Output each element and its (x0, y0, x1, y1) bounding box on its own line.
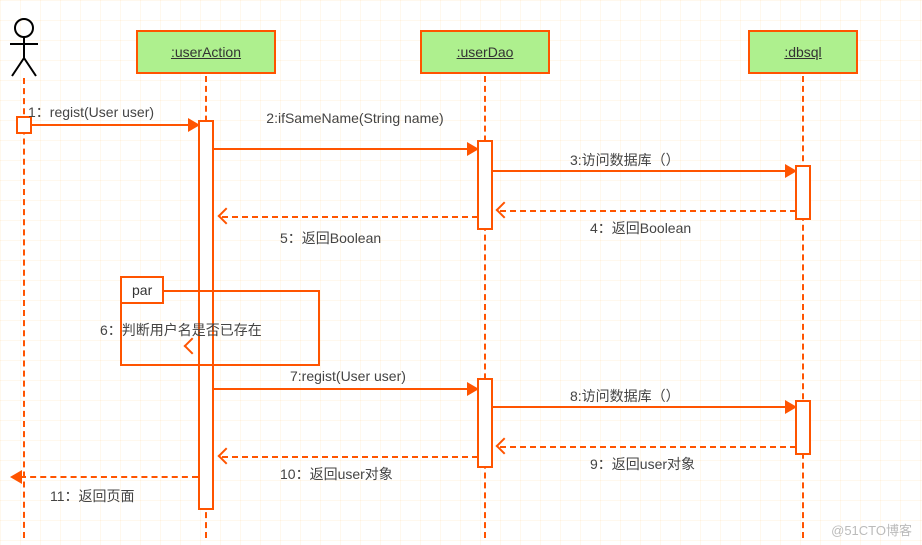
msg-11-label: 11：返回页面 (50, 486, 135, 506)
msg-2-arrow-icon (467, 142, 479, 156)
msg-8-arrow-icon (785, 400, 797, 414)
actor-lifeline (23, 78, 25, 538)
msg-10-label: 10：返回user对象 (280, 464, 393, 484)
actor-icon (6, 18, 42, 78)
msg-9-arrow-icon (496, 438, 513, 455)
lifeline-dbsql: :dbsql (748, 30, 858, 74)
msg-7-label: 7:regist(User user) (290, 368, 406, 384)
msg-7-arrow-icon (467, 382, 479, 396)
msg-5-label: 5：返回Boolean (280, 228, 381, 248)
msg-3-label: 3:访问数据库（） (570, 150, 680, 170)
msg-2-line (214, 148, 477, 150)
msg-4-arrow-icon (496, 202, 513, 219)
msg-8-line (493, 406, 795, 408)
userdao-activation-2 (477, 378, 493, 468)
msg-7-line (214, 388, 477, 390)
msg-1-arrow-icon (188, 118, 200, 132)
dbsql-activation-2 (795, 400, 811, 455)
msg-10-line (222, 456, 478, 458)
lifeline-useraction: :userAction (136, 30, 276, 74)
msg-10-arrow-icon (218, 448, 235, 465)
msg-1-line (30, 124, 198, 126)
dbsql-lifeline (802, 76, 804, 538)
msg-2-label: 2:ifSameName(String name) (260, 110, 450, 126)
msg-1-label: 1：regist(User user) (28, 102, 154, 122)
lifeline-label: :userAction (171, 44, 241, 60)
msg-3-line (493, 170, 795, 172)
msg-8-label: 8:访问数据库（） (570, 386, 680, 406)
msg-4-line (500, 210, 796, 212)
msg-11-arrow-icon (10, 470, 22, 484)
msg-5-line (222, 216, 478, 218)
msg-9-label: 9：返回user对象 (590, 454, 695, 474)
msg-6-label: 6：判断用户名是否已存在 (100, 320, 262, 340)
msg-9-line (500, 446, 796, 448)
msg-11-line (20, 476, 198, 478)
watermark: @51CTO博客 (831, 520, 912, 539)
lifeline-label: :dbsql (784, 44, 821, 60)
par-fragment-tag: par (120, 276, 164, 304)
dbsql-activation-1 (795, 165, 811, 220)
lifeline-label: :userDao (457, 44, 514, 60)
msg-5-arrow-icon (218, 208, 235, 225)
userdao-activation-1 (477, 140, 493, 230)
msg-3-arrow-icon (785, 164, 797, 178)
msg-4-label: 4：返回Boolean (590, 218, 691, 238)
lifeline-userdao: :userDao (420, 30, 550, 74)
sequence-diagram-canvas: :userAction :userDao :dbsql 1：regist(Use… (0, 0, 922, 545)
